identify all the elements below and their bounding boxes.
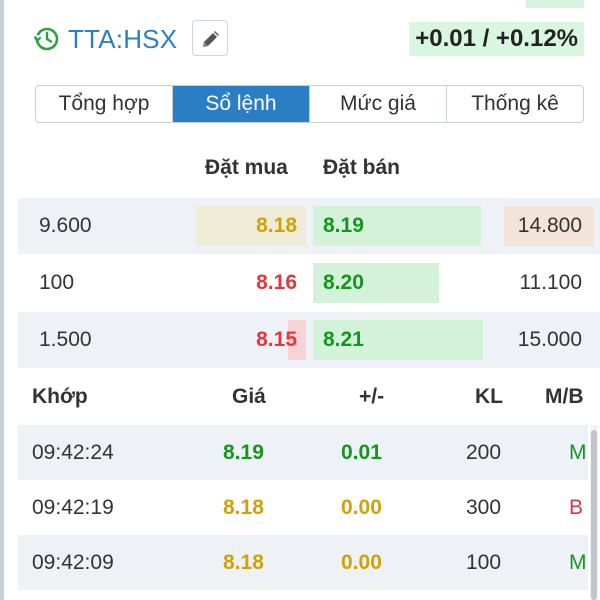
ask-volume: 14.800: [517, 214, 582, 237]
ask-header: Đặt bán: [323, 156, 401, 179]
bid-price[interactable]: 8.16: [256, 255, 297, 311]
tab-summary[interactable]: Tổng hợp: [36, 86, 173, 122]
top-cutoff-row: [18, 0, 600, 8]
cutoff-highlight: [526, 0, 584, 8]
trade-change: 0.00: [341, 551, 382, 574]
trade-side: M: [569, 441, 587, 464]
bid-volume: 100: [39, 271, 75, 294]
trade-change: 0.00: [341, 496, 382, 519]
stock-symbol[interactable]: TTA:HSX: [68, 22, 177, 56]
order-book-row: 100 8.16 8.20 11.100: [18, 255, 600, 311]
edit-button[interactable]: [192, 20, 228, 56]
pencil-icon: [203, 31, 219, 47]
bid-header: Đặt mua: [205, 156, 288, 179]
ask-price[interactable]: 8.19: [323, 198, 364, 254]
trades-header-change: +/-: [359, 385, 385, 408]
trades-scrollbar-thumb[interactable]: [591, 430, 597, 600]
stock-detail-panel: TTA:HSX +0.01 / +0.12% Tổng hợp Sổ lệnh Mứ…: [0, 0, 600, 600]
trade-time: 09:42:24: [32, 441, 114, 464]
trade-row: 09:42:24 8.19 0.01 200 M: [18, 425, 588, 480]
trade-volume: 100: [466, 551, 502, 574]
order-book-row: 9.600 8.18 8.19 14.800: [18, 198, 600, 254]
bid-volume: 1.500: [39, 328, 92, 351]
order-book-row: 1.500 8.15 8.21 15.000: [18, 312, 600, 368]
bid-volume: 9.600: [39, 214, 92, 237]
trade-price: 8.18: [223, 496, 264, 519]
ask-volume: 11.100: [519, 271, 582, 294]
ask-volume: 15.000: [517, 328, 582, 351]
detail-tabs: Tổng hợp Sổ lệnh Mức giá Thống kê: [35, 85, 584, 123]
clock-refresh-icon[interactable]: [33, 26, 60, 52]
ask-price[interactable]: 8.20: [323, 255, 364, 311]
tab-price-levels[interactable]: Mức giá: [310, 86, 447, 122]
stock-header: TTA:HSX +0.01 / +0.12%: [33, 18, 584, 60]
trade-volume: 200: [466, 441, 502, 464]
trades-header-price: Giá: [232, 385, 266, 408]
bid-price[interactable]: 8.15: [256, 312, 297, 368]
trade-time: 09:42:19: [32, 496, 114, 519]
trade-volume: 300: [466, 496, 502, 519]
trades-header-side: M/B: [545, 385, 584, 408]
bid-price[interactable]: 8.18: [256, 198, 297, 254]
trade-time: 09:42:09: [32, 551, 114, 574]
trade-row: 09:42:09 8.18 0.00 100 M: [18, 535, 588, 590]
trade-side: B: [569, 496, 584, 519]
trade-price: 8.18: [223, 551, 264, 574]
trades-header-time: Khớp: [32, 385, 88, 408]
trades-header-volume: KL: [475, 385, 503, 408]
trade-change: 0.01: [341, 441, 382, 464]
trade-row: 09:42:19 8.18 0.00 300 B: [18, 480, 588, 535]
price-change-badge: +0.01 / +0.12%: [409, 22, 584, 56]
trade-side: M: [569, 551, 587, 574]
tab-statistics[interactable]: Thống kê: [447, 86, 583, 122]
trade-price: 8.19: [223, 441, 264, 464]
panel-left-border: [0, 0, 4, 600]
tab-order-book[interactable]: Sổ lệnh: [173, 86, 310, 122]
ask-price[interactable]: 8.21: [323, 312, 364, 368]
